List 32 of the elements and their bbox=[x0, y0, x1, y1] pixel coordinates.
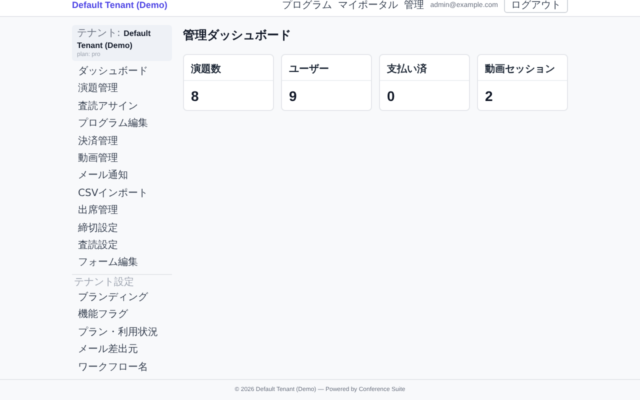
stat-value: 0 bbox=[386, 87, 396, 106]
sidebar-item[interactable]: 演題管理 bbox=[72, 80, 172, 98]
sidebar-item[interactable]: CSVインポート bbox=[72, 184, 172, 202]
stat-value: 8 bbox=[190, 87, 200, 106]
stat-value: 2 bbox=[484, 87, 494, 106]
nav-link[interactable]: 管理 bbox=[404, 0, 424, 12]
sidebar-item[interactable]: 決済管理 bbox=[72, 132, 172, 150]
sidebar-item[interactable]: 査読アサイン bbox=[72, 98, 172, 116]
brand-link[interactable]: Default Tenant (Demo) bbox=[72, 0, 168, 10]
sidebar-item[interactable]: メール差出元 bbox=[72, 341, 172, 358]
sidebar-item[interactable]: ブランディング bbox=[72, 288, 172, 306]
stat-value: 9 bbox=[288, 87, 298, 106]
stat-label: 支払い済 bbox=[380, 55, 469, 81]
tenant-name: テナント: Default Tenant (Demo) bbox=[77, 28, 152, 52]
page-title: 管理ダッシュボード bbox=[183, 27, 292, 44]
sidebar-item[interactable]: 査読設定 bbox=[72, 237, 172, 254]
sidebar-item[interactable]: プログラム編集 bbox=[72, 115, 172, 133]
sidebar-item[interactable]: 動画管理 bbox=[72, 150, 172, 168]
stat-label: 演題数 bbox=[184, 55, 273, 81]
sidebar-item[interactable]: プラン・利用状況 bbox=[72, 324, 172, 342]
logout-button[interactable]: ログアウト bbox=[504, 0, 568, 13]
sidebar-item[interactable]: 機能フラグ bbox=[72, 306, 172, 324]
sidebar-item[interactable]: ダッシュボード bbox=[72, 63, 172, 80]
nav-link[interactable]: マイポータル bbox=[338, 0, 398, 12]
stat-label: 動画セッション bbox=[478, 55, 567, 81]
stat-label: ユーザー bbox=[282, 55, 371, 81]
sidebar-item[interactable]: 出席管理 bbox=[72, 202, 172, 220]
sidebar-item[interactable]: フォーム編集 bbox=[72, 254, 172, 272]
sidebar-item[interactable]: メール通知 bbox=[72, 167, 172, 185]
sidebar-item[interactable]: ワークフロー名 bbox=[72, 358, 172, 376]
section-title: テナント設定 bbox=[73, 276, 135, 289]
sidebar-item[interactable]: 締切設定 bbox=[72, 220, 172, 238]
